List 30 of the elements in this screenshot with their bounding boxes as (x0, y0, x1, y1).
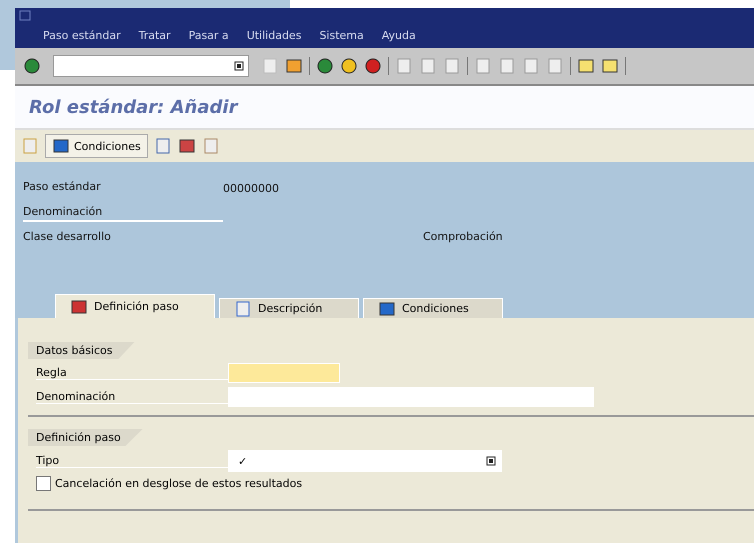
dropdown-icon[interactable] (486, 456, 496, 466)
menu-item[interactable]: Utilidades (246, 29, 302, 42)
field-label: Denominación (36, 390, 228, 404)
field-label: Denominación (23, 205, 223, 222)
group-title: Datos básicos (28, 342, 135, 359)
field-label: Clase desarrollo (23, 230, 112, 245)
field-label: Tipo (36, 454, 228, 468)
conditions-button[interactable]: Condiciones (45, 134, 148, 158)
menu-item[interactable]: Pasar a (188, 29, 229, 42)
checkbox-label: Cancelación en desglose de estos resultados (55, 477, 302, 490)
input-field[interactable] (228, 387, 594, 407)
tab[interactable]: Definición paso (55, 294, 215, 318)
dropdown-icon[interactable] (234, 61, 244, 71)
input-field[interactable] (228, 363, 340, 383)
menu-item[interactable]: Tratar (138, 29, 171, 42)
tab[interactable]: Condiciones (363, 298, 503, 318)
screen-title: Rol estándar: Añadir (29, 96, 238, 118)
field-value: 00000000 (223, 182, 280, 195)
field-label: Comprobación (423, 230, 504, 245)
tab[interactable]: Descripción (219, 298, 359, 318)
menu-item[interactable]: Ayuda (382, 29, 416, 42)
menu-item[interactable]: Paso estándar (43, 29, 121, 42)
field-label: Regla (36, 366, 228, 380)
document-icon[interactable] (202, 137, 220, 155)
group-title: Definición paso (28, 429, 143, 446)
dropdown-field[interactable]: ✓ (228, 450, 502, 472)
field-label: Paso estándar (23, 180, 102, 195)
checkbox[interactable] (36, 476, 51, 491)
command-field[interactable] (53, 55, 249, 77)
menu-item[interactable]: Sistema (319, 29, 364, 42)
